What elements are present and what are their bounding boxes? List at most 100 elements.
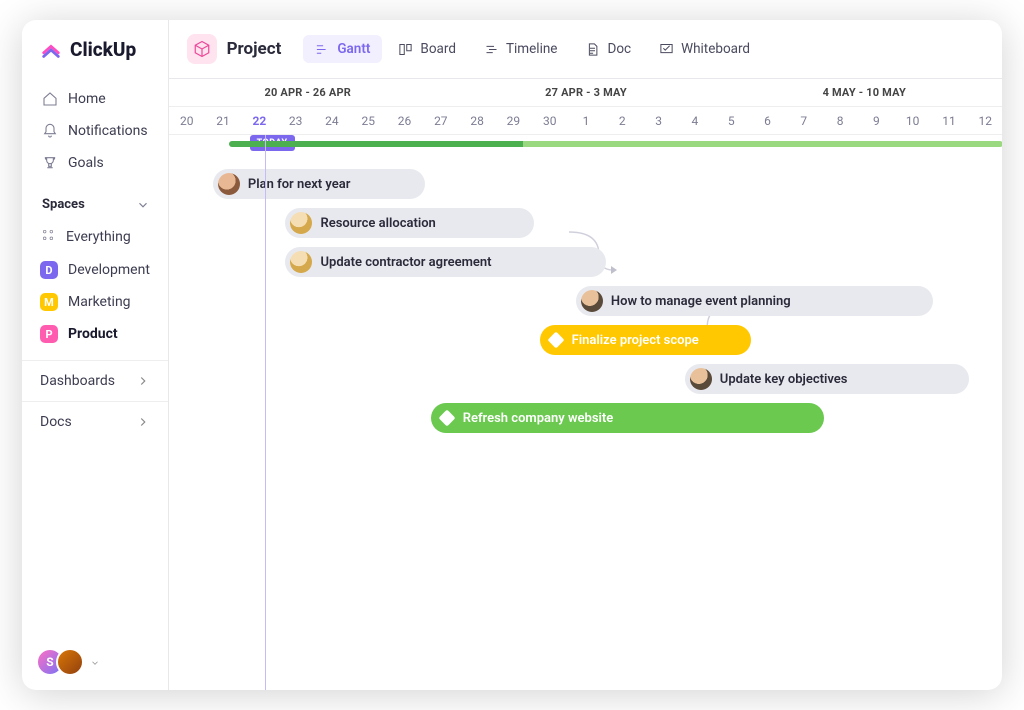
space-badge: P xyxy=(40,325,58,343)
bell-icon xyxy=(42,123,58,139)
view-board[interactable]: Board xyxy=(386,35,468,63)
space-badge: M xyxy=(40,293,58,311)
diamond-icon xyxy=(547,332,564,349)
space-product[interactable]: P Product xyxy=(22,318,168,350)
week-label: 20 APR - 26 APR xyxy=(169,79,447,106)
board-icon xyxy=(398,42,413,57)
task-label: Finalize project scope xyxy=(572,333,699,348)
day-cell: 11 xyxy=(931,107,967,134)
gantt-task[interactable]: How to manage event planning xyxy=(576,286,933,316)
day-cell: 23 xyxy=(277,107,313,134)
day-cell: 9 xyxy=(858,107,894,134)
view-gantt[interactable]: Gantt xyxy=(303,35,382,63)
row-label: Docs xyxy=(40,414,72,430)
sidebar-footer: S xyxy=(22,648,168,676)
day-cell: 25 xyxy=(350,107,386,134)
main-area: Project Gantt Board Timeline Doc xyxy=(169,20,1002,690)
today-line xyxy=(265,135,266,690)
timeline-header: 20 APR - 26 APR 27 APR - 3 MAY 4 MAY - 1… xyxy=(169,79,1002,135)
avatar xyxy=(290,251,312,273)
row-label: Dashboards xyxy=(40,373,115,389)
chevron-right-icon xyxy=(136,374,150,388)
space-badge: D xyxy=(40,261,58,279)
day-cell: 24 xyxy=(314,107,350,134)
space-development[interactable]: D Development xyxy=(22,254,168,286)
gantt-lane: Plan for next year xyxy=(169,165,1002,204)
gantt-lane: Finalize project scope xyxy=(169,321,1002,360)
user-menu-trigger[interactable] xyxy=(90,653,100,672)
sidebar-docs[interactable]: Docs xyxy=(22,401,168,442)
day-cell: 28 xyxy=(459,107,495,134)
view-doc[interactable]: Doc xyxy=(573,35,643,63)
task-label: How to manage event planning xyxy=(611,294,791,309)
space-label: Development xyxy=(68,262,150,278)
avatar xyxy=(218,173,240,195)
project-icon xyxy=(187,34,217,64)
diamond-icon xyxy=(438,410,455,427)
day-cell: 2 xyxy=(604,107,640,134)
gantt-task[interactable]: Update contractor agreement xyxy=(285,247,606,277)
week-row: 20 APR - 26 APR 27 APR - 3 MAY 4 MAY - 1… xyxy=(169,79,1002,107)
avatar xyxy=(56,648,84,676)
day-cell: 10 xyxy=(895,107,931,134)
gantt-lane: Update key objectives xyxy=(169,360,1002,399)
view-label: Whiteboard xyxy=(681,41,750,57)
gantt-icon xyxy=(315,42,330,57)
view-timeline[interactable]: Timeline xyxy=(472,35,570,63)
gantt-lane: How to manage event planning xyxy=(169,282,1002,321)
nav-label: Notifications xyxy=(68,123,148,139)
chevron-down-icon xyxy=(136,198,150,212)
week-label: 27 APR - 3 MAY xyxy=(447,79,725,106)
sidebar: ClickUp Home Notifications Goals Spaces xyxy=(22,20,169,690)
day-cell: 22 xyxy=(241,107,277,134)
space-marketing[interactable]: M Marketing xyxy=(22,286,168,318)
view-whiteboard[interactable]: Whiteboard xyxy=(647,35,762,63)
gantt-lanes: Plan for next year Resource allocation Upd… xyxy=(169,165,1002,438)
gantt-task[interactable]: Plan for next year xyxy=(213,169,425,199)
gantt-task[interactable]: Refresh company website xyxy=(431,403,824,433)
clickup-logo-icon xyxy=(40,39,62,61)
sidebar-nav: Home Notifications Goals xyxy=(22,79,168,183)
whiteboard-icon xyxy=(659,42,674,57)
spaces-header-label: Spaces xyxy=(42,197,85,212)
view-tabs: Gantt Board Timeline Doc Whiteboard xyxy=(303,35,762,63)
day-cell: 26 xyxy=(386,107,422,134)
task-label: Resource allocation xyxy=(320,216,435,231)
task-label: Update contractor agreement xyxy=(320,255,491,270)
project-chip[interactable]: Project xyxy=(187,34,292,64)
home-icon xyxy=(42,91,58,107)
day-cell: 27 xyxy=(423,107,459,134)
gantt-lane: Resource allocation xyxy=(169,204,1002,243)
progress-segment xyxy=(229,141,523,147)
sidebar-dashboards[interactable]: Dashboards xyxy=(22,360,168,401)
nav-home[interactable]: Home xyxy=(30,83,160,115)
space-label: Everything xyxy=(66,229,131,245)
chevron-down-icon xyxy=(90,658,100,668)
trophy-icon xyxy=(42,155,58,171)
nav-goals[interactable]: Goals xyxy=(30,147,160,179)
avatar xyxy=(290,212,312,234)
progress-segment xyxy=(523,141,1002,147)
day-cell: 21 xyxy=(205,107,241,134)
project-title: Project xyxy=(227,39,282,59)
gantt-body[interactable]: Plan for next year Resource allocation Upd… xyxy=(169,135,1002,690)
space-label: Product xyxy=(68,326,118,342)
brand-logo[interactable]: ClickUp xyxy=(22,38,168,79)
nav-notifications[interactable]: Notifications xyxy=(30,115,160,147)
gantt-task[interactable]: Update key objectives xyxy=(685,364,969,394)
toolbar: Project Gantt Board Timeline Doc xyxy=(169,20,1002,79)
nav-label: Goals xyxy=(68,155,104,171)
view-label: Doc xyxy=(607,41,631,57)
timeline-icon xyxy=(484,42,499,57)
user-avatars[interactable]: S xyxy=(36,648,84,676)
spaces-header[interactable]: Spaces xyxy=(22,183,168,220)
task-label: Update key objectives xyxy=(720,372,848,387)
nav-label: Home xyxy=(68,91,106,107)
space-everything[interactable]: Everything xyxy=(22,220,168,254)
task-label: Plan for next year xyxy=(248,177,351,192)
gantt-task[interactable]: Resource allocation xyxy=(285,208,533,238)
grid-icon xyxy=(40,227,56,247)
day-cell: 12 xyxy=(967,107,1002,134)
gantt-task[interactable]: Finalize project scope xyxy=(540,325,752,355)
week-label: 4 MAY - 10 MAY xyxy=(725,79,1002,106)
